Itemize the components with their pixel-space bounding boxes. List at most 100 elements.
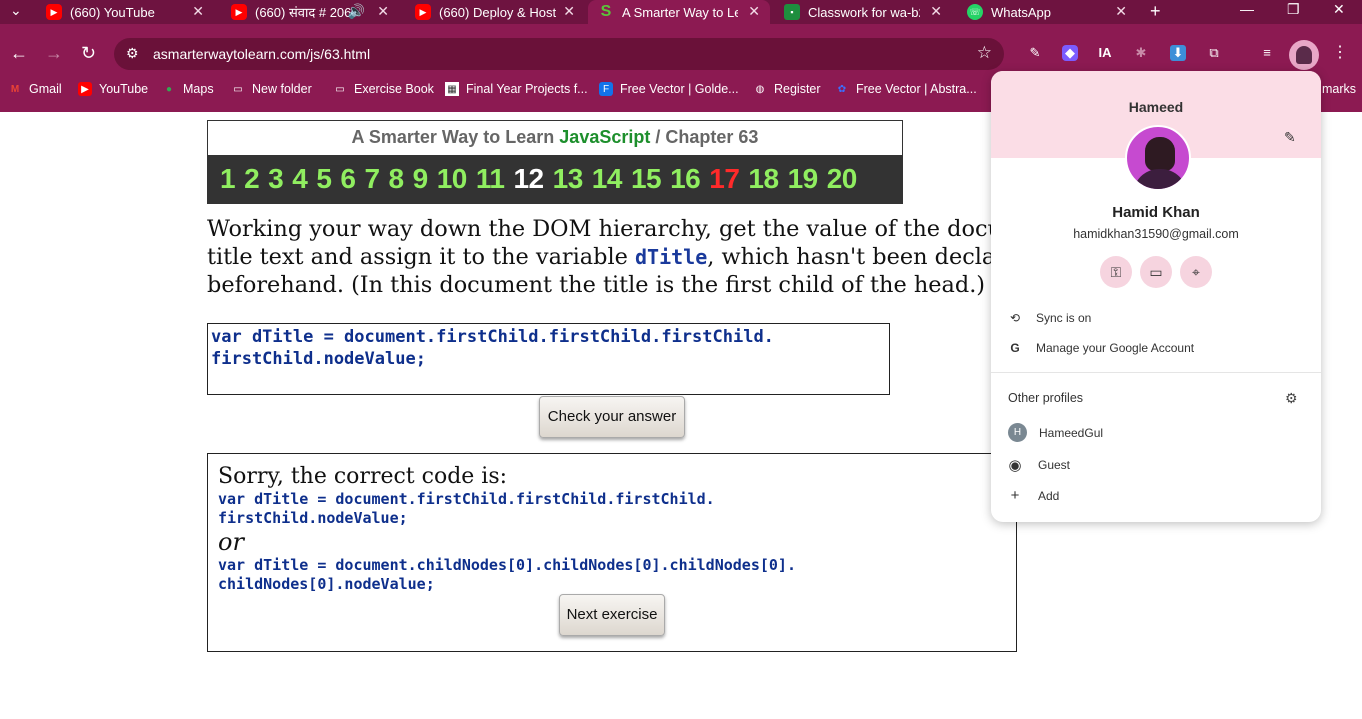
menu-dots-icon[interactable]: ⋮ xyxy=(1332,45,1348,61)
exercise-number-link[interactable]: 10 xyxy=(437,163,468,195)
download-icon[interactable]: ⬇ xyxy=(1170,45,1186,61)
tab-youtube-3[interactable]: ▶ (660) Deploy & Host | ✕ xyxy=(405,0,585,24)
exercise-number-link[interactable]: 6 xyxy=(340,163,356,195)
extensions-puzzle-icon[interactable]: ⧉ xyxy=(1206,45,1222,61)
exercise-number-link[interactable]: 11 xyxy=(476,163,505,195)
youtube-icon: ▶ xyxy=(78,82,92,96)
profile-initial-icon: H xyxy=(1008,423,1027,442)
tab-search-chevron-icon[interactable]: ⌄ xyxy=(10,2,22,19)
youtube-icon: ▶ xyxy=(231,4,247,20)
reload-icon[interactable]: ↻ xyxy=(81,43,96,64)
exercise-number-link[interactable]: 3 xyxy=(268,163,284,195)
bookmark-maps[interactable]: ● Maps xyxy=(162,82,214,96)
exercise-number-link[interactable]: 17 xyxy=(709,163,740,195)
back-icon[interactable]: ← xyxy=(10,43,28,64)
tab-classwork[interactable]: ▪ Classwork for wa-b2- ✕ xyxy=(774,0,952,24)
exercise-number-link[interactable]: 5 xyxy=(316,163,332,195)
exercise-number-link[interactable]: 9 xyxy=(413,163,429,195)
account-email: hamidkhan31590@gmail.com xyxy=(1073,227,1239,241)
add-plus-icon: + xyxy=(1010,487,1020,504)
extension-disabled-icon[interactable]: ✱ xyxy=(1133,45,1149,61)
tab-smarter-way[interactable]: S A Smarter Way to Lea ✕ xyxy=(588,0,770,24)
speaker-icon[interactable]: 🔊 xyxy=(348,3,365,20)
profile-avatar-button[interactable] xyxy=(1289,40,1319,70)
profile-item-add[interactable]: + Add xyxy=(1008,487,1060,504)
exercise-number-link[interactable]: 19 xyxy=(788,163,819,195)
edit-pencil-icon[interactable]: ✎ xyxy=(1284,129,1296,146)
answer-textarea[interactable]: var dTitle = document.firstChild.firstCh… xyxy=(207,323,890,395)
correct-code-1: var dTitle = document.firstChild.firstCh… xyxy=(218,490,715,527)
url-text[interactable]: asmarterwaytolearn.com/js/63.html xyxy=(153,46,370,62)
close-icon[interactable]: ✕ xyxy=(192,3,204,20)
addresses-pin-icon[interactable]: ⌖ xyxy=(1180,256,1212,288)
profile-name: Hameed xyxy=(1128,99,1184,115)
bookmark-star-icon[interactable]: ☆ xyxy=(977,43,992,63)
correct-code-2: var dTitle = document.childNodes[0].chil… xyxy=(218,556,796,593)
variable-name: dTitle xyxy=(635,245,708,269)
exercise-number-link[interactable]: 14 xyxy=(592,163,623,195)
exercise-number-link[interactable]: 8 xyxy=(389,163,405,195)
smarter-way-icon: S xyxy=(600,3,612,20)
bookmark-new-folder[interactable]: ▭ New folder xyxy=(231,82,311,96)
classroom-icon: ▪ xyxy=(784,4,800,20)
bookmark-register[interactable]: ◍ Register xyxy=(753,82,821,96)
exercise-number-link[interactable]: 12 xyxy=(513,163,544,195)
next-exercise-button[interactable]: Next exercise xyxy=(559,594,665,636)
close-icon[interactable]: ✕ xyxy=(748,3,760,20)
sync-row[interactable]: ⟲ Sync is on xyxy=(1008,311,1091,325)
bookmark-freepik-2[interactable]: ✿ Free Vector | Abstra... xyxy=(835,82,977,96)
profile-item-guest[interactable]: ◉ Guest xyxy=(1008,456,1070,474)
gear-icon[interactable]: ⚙ xyxy=(1285,390,1298,407)
tab-youtube-2[interactable]: ▶ (660) संवाद # 206: 🔊 ✕ xyxy=(221,0,399,24)
passwords-key-icon[interactable]: ⚿ xyxy=(1100,256,1132,288)
page-title: A Smarter Way to Learn JavaScript / Chap… xyxy=(351,127,759,147)
new-tab-icon[interactable]: + xyxy=(1150,1,1161,22)
tab-whatsapp[interactable]: ☏ WhatsApp ✕ xyxy=(957,0,1137,24)
eyedropper-icon[interactable]: ✎ xyxy=(1027,45,1043,61)
close-icon[interactable]: ✕ xyxy=(563,3,575,20)
folder-icon: ▭ xyxy=(233,83,243,95)
youtube-icon: ▶ xyxy=(46,4,62,20)
forward-icon[interactable]: → xyxy=(45,43,63,64)
exercise-number-link[interactable]: 1 xyxy=(220,163,236,195)
whatsapp-icon: ☏ xyxy=(967,4,983,20)
restore-icon[interactable]: ❐ xyxy=(1287,1,1300,18)
gmail-icon: M xyxy=(10,83,20,95)
extension-icon[interactable]: ◆ xyxy=(1062,45,1078,61)
exercise-number-link[interactable]: 13 xyxy=(553,163,584,195)
exercise-number-link[interactable]: 18 xyxy=(748,163,779,195)
exercise-number-link[interactable]: 4 xyxy=(292,163,308,195)
check-answer-button[interactable]: Check your answer xyxy=(539,396,685,438)
bookmark-all-bookmarks[interactable]: marks xyxy=(1322,82,1356,96)
close-icon[interactable]: ✕ xyxy=(930,3,942,20)
bookmark-exercise-book[interactable]: ▭ Exercise Book xyxy=(333,82,434,96)
profile-menu: Hameed ✎ Hamid Khan hamidkhan31590@gmail… xyxy=(991,71,1321,522)
bookmark-freepik-1[interactable]: F Free Vector | Golde... xyxy=(599,82,739,96)
freepik-icon: F xyxy=(599,82,613,96)
chapter-header: A Smarter Way to Learn JavaScript / Chap… xyxy=(207,120,903,204)
close-icon[interactable]: ✕ xyxy=(377,3,389,20)
bookmark-youtube[interactable]: ▶ YouTube xyxy=(78,82,148,96)
tab-youtube-1[interactable]: ▶ (660) YouTube ✕ xyxy=(36,0,214,24)
exercise-number-link[interactable]: 2 xyxy=(244,163,260,195)
site-settings-icon[interactable]: ⚙ xyxy=(126,45,139,62)
media-control-icon[interactable]: ≡ xyxy=(1259,45,1275,61)
minimize-icon[interactable]: — xyxy=(1240,1,1254,17)
address-bar[interactable]: ⚙ asmarterwaytolearn.com/js/63.html ☆ xyxy=(114,38,1004,70)
extension-ia-icon[interactable]: IA xyxy=(1097,45,1113,61)
exercise-number-link[interactable]: 16 xyxy=(670,163,701,195)
sync-icon: ⟲ xyxy=(1009,311,1021,325)
bookmark-gmail[interactable]: M Gmail xyxy=(8,82,62,96)
instruction-text: Working your way down the DOM hierarchy,… xyxy=(207,216,997,298)
profile-item-hameedgul[interactable]: H HameedGul xyxy=(1008,423,1103,442)
exercise-number-link[interactable]: 7 xyxy=(364,163,380,195)
window-close-icon[interactable]: ✕ xyxy=(1333,1,1345,18)
exercise-number-link[interactable]: 15 xyxy=(631,163,662,195)
exercise-number-link[interactable]: 20 xyxy=(827,163,858,195)
bookmark-final-year[interactable]: ▦ Final Year Projects f... xyxy=(445,82,588,96)
close-icon[interactable]: ✕ xyxy=(1115,3,1127,20)
other-profiles-heading: Other profiles xyxy=(1008,391,1084,405)
payment-card-icon[interactable]: ▭ xyxy=(1140,256,1172,288)
sorry-message: Sorry, the correct code is: xyxy=(218,464,508,489)
manage-account-row[interactable]: G Manage your Google Account xyxy=(1008,341,1194,355)
